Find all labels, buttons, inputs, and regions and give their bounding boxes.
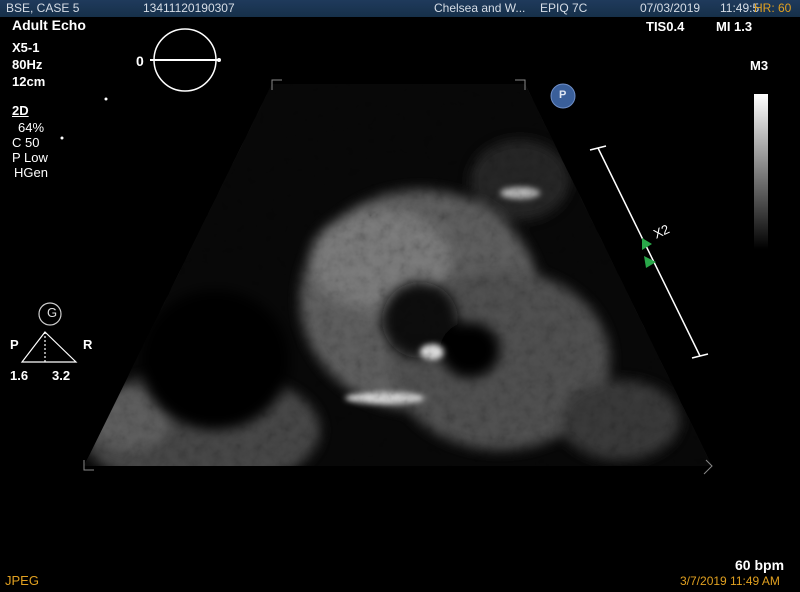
sector-image — [84, 84, 712, 466]
patient-id: 13411120190307 — [143, 1, 235, 15]
image-format-label: JPEG — [5, 573, 39, 588]
orientation-circle-icon — [150, 28, 221, 92]
system-model: EPIQ 7C — [540, 1, 588, 15]
frame-rate-label: 80Hz — [12, 57, 43, 72]
ultrasound-image — [20, 28, 713, 475]
xplane-value-right: 3.2 — [52, 368, 71, 383]
institution-name: Chelsea and W... — [434, 1, 526, 15]
harmonics-label: HGen — [14, 165, 48, 180]
xplane-triangle-icon — [20, 331, 78, 363]
patient-name: BSE, CASE 5 — [6, 1, 80, 15]
marker-dot — [60, 136, 64, 140]
g-badge-label: G — [47, 305, 58, 320]
grayscale-bar — [754, 94, 768, 249]
compression-label: C 50 — [12, 135, 40, 150]
map-label: M3 — [750, 58, 769, 73]
mi-label: MI 1.3 — [716, 19, 753, 34]
exam-date: 07/03/2019 — [640, 1, 701, 15]
p-badge-label: P — [559, 89, 567, 101]
heart-rate-bpm: 60 bpm — [735, 557, 785, 573]
preset-label: Adult Echo — [12, 17, 86, 33]
tis-label: TIS0.4 — [646, 19, 685, 34]
power-label: P Low — [12, 150, 48, 165]
heart-rate-badge: HR: 60 — [754, 1, 792, 15]
capture-datetime: 3/7/2019 11:49 AM — [680, 574, 780, 588]
gain-label: 64% — [18, 120, 45, 135]
mode-label: 2D — [12, 103, 29, 118]
posterior-label: P — [10, 337, 19, 352]
orientation-zero-label: 0 — [136, 53, 144, 69]
probe-label: X5-1 — [12, 40, 40, 55]
right-label: R — [83, 337, 93, 352]
ultrasound-screen: BSE, CASE 5 13411120190307 Chelsea and W… — [0, 0, 800, 592]
status-bar: BSE, CASE 5 13411120190307 Chelsea and W… — [0, 0, 800, 17]
depth-label: 12cm — [12, 74, 46, 89]
xplane-value-left: 1.6 — [10, 368, 29, 383]
marker-dot — [104, 97, 108, 101]
